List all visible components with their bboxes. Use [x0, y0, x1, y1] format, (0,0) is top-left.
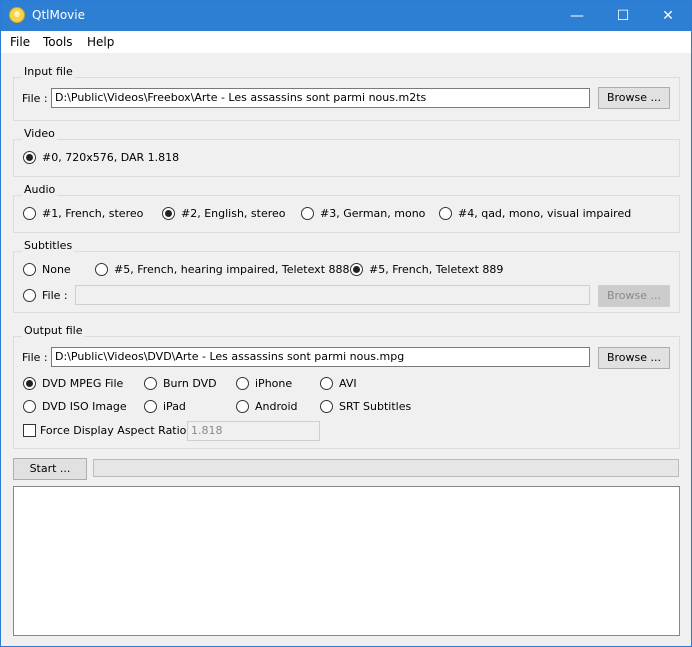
audio-title: Audio	[22, 183, 58, 196]
output-file-path[interactable]: D:\Public\Videos\DVD\Arte - Les assassin…	[51, 347, 590, 367]
format-burn-dvd[interactable]: Burn DVD	[163, 377, 217, 390]
format-radio-dvd-iso[interactable]	[23, 400, 36, 413]
audio-radio-4[interactable]	[439, 207, 452, 220]
subtitles-option-none[interactable]: None	[42, 263, 71, 276]
force-dar-input[interactable]: 1.818	[187, 421, 320, 441]
progress-bar	[93, 459, 679, 477]
audio-option-4[interactable]: #4, qad, mono, visual impaired	[458, 207, 631, 220]
window-title: QtlMovie	[32, 8, 85, 22]
force-dar-label[interactable]: Force Display Aspect Ratio :	[40, 424, 194, 437]
subtitles-browse-button[interactable]: Browse ...	[598, 285, 670, 307]
format-radio-burn-dvd[interactable]	[144, 377, 157, 390]
output-file-group: Output file File : D:\Public\Videos\DVD\…	[13, 324, 680, 449]
audio-option-3[interactable]: #3, German, mono	[320, 207, 425, 220]
format-android[interactable]: Android	[255, 400, 298, 413]
video-radio-0[interactable]	[23, 151, 36, 164]
audio-radio-1[interactable]	[23, 207, 36, 220]
audio-option-2[interactable]: #2, English, stereo	[181, 207, 286, 220]
log-output[interactable]	[13, 486, 680, 636]
menu-help[interactable]: Help	[87, 35, 114, 49]
minimize-button[interactable]: —	[554, 1, 600, 31]
format-ipad[interactable]: iPad	[163, 400, 186, 413]
subtitles-option-888[interactable]: #5, French, hearing impaired, Teletext 8…	[114, 263, 350, 276]
output-file-title: Output file	[22, 324, 85, 337]
format-avi[interactable]: AVI	[339, 377, 357, 390]
title-bar[interactable]: QtlMovie — ☐ ✕	[1, 1, 691, 31]
format-srt[interactable]: SRT Subtitles	[339, 400, 411, 413]
audio-group: Audio #1, French, stereo #2, English, st…	[13, 183, 680, 233]
format-radio-android[interactable]	[236, 400, 249, 413]
output-file-label: File :	[22, 351, 48, 364]
subtitles-title: Subtitles	[22, 239, 75, 252]
subtitles-radio-889[interactable]	[350, 263, 363, 276]
subtitles-radio-none[interactable]	[23, 263, 36, 276]
format-dvd-mpeg[interactable]: DVD MPEG File	[42, 377, 123, 390]
subtitles-radio-888[interactable]	[95, 263, 108, 276]
subtitles-option-file[interactable]: File :	[42, 289, 68, 302]
format-radio-avi[interactable]	[320, 377, 333, 390]
audio-radio-3[interactable]	[301, 207, 314, 220]
close-button[interactable]: ✕	[645, 1, 691, 31]
force-dar-checkbox[interactable]	[23, 424, 36, 437]
video-title: Video	[22, 127, 57, 140]
audio-option-1[interactable]: #1, French, stereo	[42, 207, 143, 220]
menu-tools[interactable]: Tools	[43, 35, 73, 49]
format-radio-iphone[interactable]	[236, 377, 249, 390]
input-file-title: Input file	[22, 65, 75, 78]
format-radio-dvd-mpeg[interactable]	[23, 377, 36, 390]
input-file-path[interactable]: D:\Public\Videos\Freebox\Arte - Les assa…	[51, 88, 590, 108]
format-dvd-iso[interactable]: DVD ISO Image	[42, 400, 127, 413]
video-option-0[interactable]: #0, 720x576, DAR 1.818	[42, 151, 179, 164]
format-radio-srt[interactable]	[320, 400, 333, 413]
subtitles-file-input[interactable]	[75, 285, 590, 305]
maximize-button[interactable]: ☐	[600, 1, 646, 31]
input-file-label: File :	[22, 92, 48, 105]
video-group: Video #0, 720x576, DAR 1.818	[13, 127, 680, 177]
output-browse-button[interactable]: Browse ...	[598, 347, 670, 369]
app-window: QtlMovie — ☐ ✕ File Tools Help Input fil…	[0, 0, 692, 647]
subtitles-radio-file[interactable]	[23, 289, 36, 302]
app-icon	[9, 7, 25, 23]
subtitles-option-889[interactable]: #5, French, Teletext 889	[369, 263, 503, 276]
input-browse-button[interactable]: Browse ...	[598, 87, 670, 109]
menu-file[interactable]: File	[10, 35, 30, 49]
subtitles-group: Subtitles None #5, French, hearing impai…	[13, 239, 680, 313]
menu-bar: File Tools Help	[1, 31, 691, 53]
audio-radio-2[interactable]	[162, 207, 175, 220]
input-file-group: Input file File : D:\Public\Videos\Freeb…	[13, 65, 680, 121]
format-iphone[interactable]: iPhone	[255, 377, 292, 390]
start-button[interactable]: Start ...	[13, 458, 87, 480]
format-radio-ipad[interactable]	[144, 400, 157, 413]
